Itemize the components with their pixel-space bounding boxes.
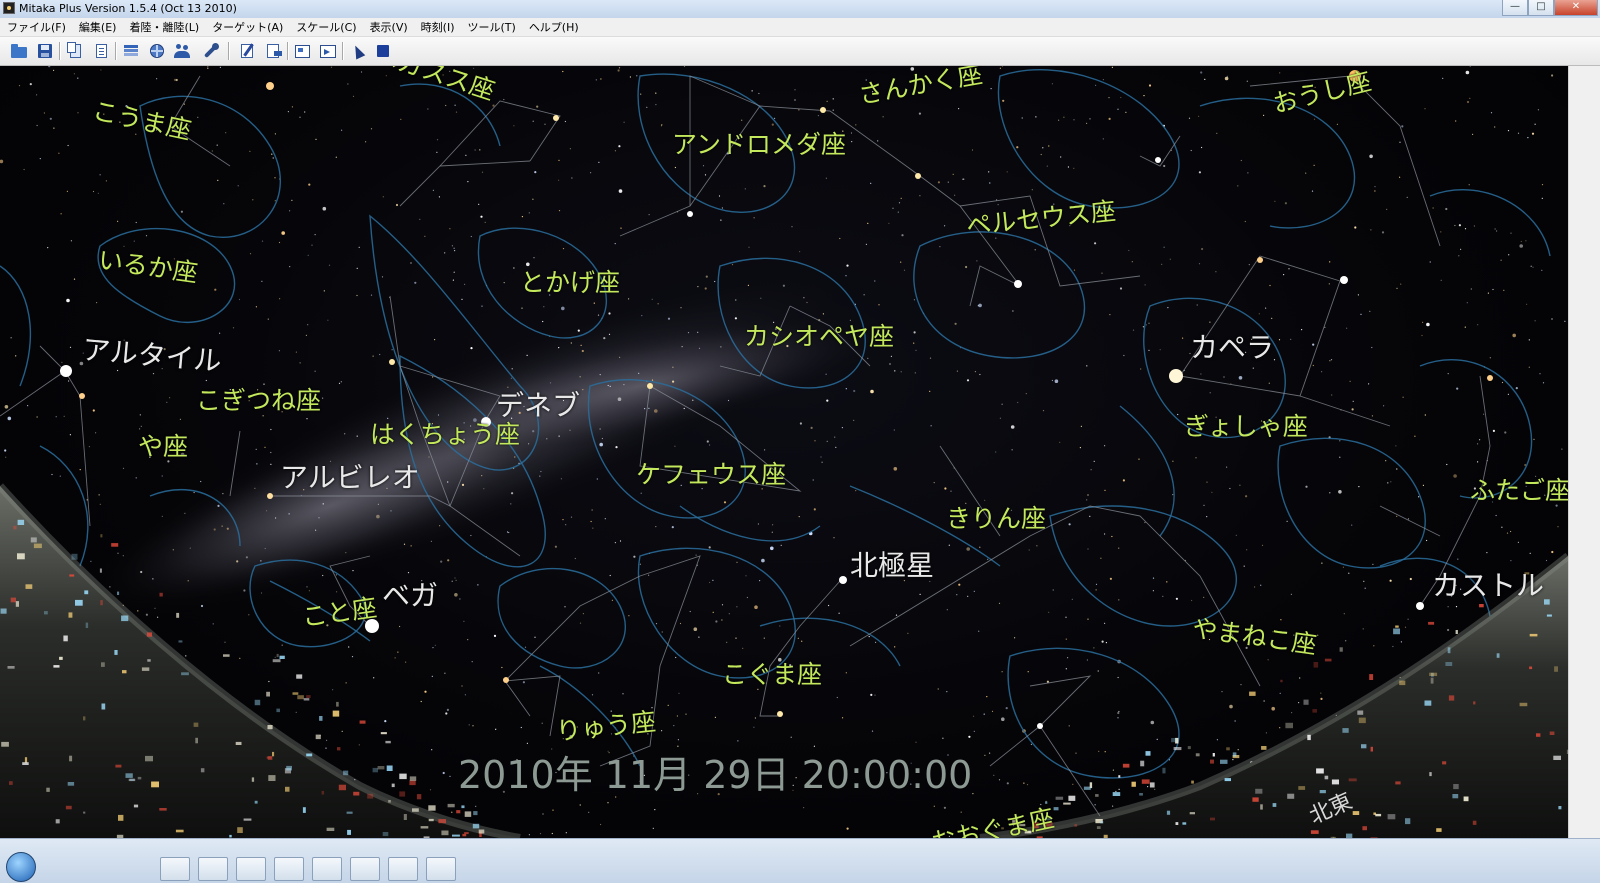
window-title: Mitaka Plus Version 1.5.4 (Oct 13 2010) (19, 2, 237, 15)
label-andromeda: アンドロメダ座 (672, 130, 847, 159)
paste-button[interactable] (91, 41, 111, 61)
label-kirin: きりん座 (946, 504, 1047, 533)
maximize-button[interactable]: □ (1528, 0, 1554, 16)
toolbar-separator (115, 42, 116, 60)
menu-landing[interactable]: 着陸・離陸(L) (122, 18, 205, 36)
sky-canvas (0, 66, 1568, 838)
title-bar: Mitaka Plus Version 1.5.4 (Oct 13 2010) … (0, 0, 1600, 19)
menu-scale[interactable]: スケール(C) (289, 18, 362, 36)
menu-edit[interactable]: 編集(E) (72, 18, 123, 36)
taskbar-slot[interactable] (198, 857, 228, 881)
label-cepheus: ケフェウス座 (636, 460, 787, 489)
menu-help[interactable]: ヘルプ(H) (522, 18, 585, 36)
label-koguma: こぐま座 (722, 660, 823, 689)
stop-icon (377, 45, 389, 57)
menu-bar: ファイル(F) 編集(E) 着陸・離陸(L) ターゲット(A) スケール(C) … (0, 18, 1600, 37)
stop-button[interactable] (373, 41, 393, 61)
label-ya: や座 (138, 432, 189, 461)
taskbar-slot[interactable] (312, 857, 342, 881)
albireo-star (267, 493, 273, 499)
label-kogitsune: こぎつね座 (196, 386, 322, 415)
taskbar-slot[interactable] (350, 857, 380, 881)
open-button[interactable] (9, 41, 29, 61)
taskbar-slot[interactable] (274, 857, 304, 881)
label-vega: ベガ (382, 579, 439, 612)
paste-document-icon (95, 44, 107, 58)
globe-icon (150, 44, 164, 58)
edit-button[interactable] (237, 41, 257, 61)
right-panel-strip (1568, 66, 1600, 838)
sky-view[interactable]: こうま座 いるか座 こぎつね座 や座 はくちょう座 こと座 とかげ座 アンドロメ… (0, 66, 1568, 838)
save-button[interactable] (35, 41, 55, 61)
menu-target[interactable]: ターゲット(A) (205, 18, 289, 36)
start-button[interactable] (6, 852, 36, 882)
taskbar-slot[interactable] (236, 857, 266, 881)
pointer-button[interactable] (348, 41, 368, 61)
toolbar-separator (59, 42, 60, 60)
taskbar-slot[interactable] (160, 857, 190, 881)
minimize-button[interactable]: — (1502, 0, 1528, 16)
frame-button[interactable] (292, 41, 312, 61)
capella-star (1169, 369, 1183, 383)
toolbar (0, 37, 1600, 66)
taskbar (0, 838, 1600, 883)
export-icon (267, 44, 282, 58)
open-folder-icon (11, 44, 27, 58)
globe-button[interactable] (147, 41, 167, 61)
menu-file[interactable]: ファイル(F) (0, 18, 72, 36)
label-gyosha: ぎょしゃ座 (1184, 412, 1308, 441)
layers-button[interactable] (121, 41, 141, 61)
movie-button[interactable] (318, 41, 338, 61)
toolbar-separator (342, 42, 343, 60)
label-cassiopeia: カシオペヤ座 (744, 322, 895, 351)
menu-view[interactable]: 表示(V) (363, 18, 414, 36)
castor-star (1416, 602, 1424, 610)
layers-icon (124, 45, 138, 57)
label-tokage: とかげ座 (520, 268, 621, 297)
menu-time[interactable]: 時刻(I) (414, 18, 461, 36)
copy-document-icon (66, 42, 81, 58)
save-icon (38, 44, 52, 58)
toolbar-separator (228, 42, 229, 60)
label-deneb: デネブ (496, 389, 581, 422)
people-button[interactable] (172, 41, 192, 61)
taskbar-slot[interactable] (388, 857, 418, 881)
export-button[interactable] (263, 41, 283, 61)
polaris-star (839, 576, 847, 584)
label-albireo: アルビレオ (280, 461, 420, 494)
close-button[interactable]: ✕ (1554, 0, 1598, 16)
wrench-icon (203, 43, 219, 59)
taskbar-slot[interactable] (426, 857, 456, 881)
menu-tools[interactable]: ツール(T) (461, 18, 522, 36)
toolbar-separator (287, 42, 288, 60)
label-futago: ふたご座 (1470, 476, 1568, 505)
pointer-icon (350, 42, 366, 60)
datetime-display: 2010年 11月 29日 20:00:00 (458, 753, 973, 797)
frame-icon (294, 44, 310, 58)
copy-button[interactable] (65, 41, 85, 61)
window-controls: — □ ✕ (1502, 0, 1598, 16)
movie-icon (320, 44, 336, 58)
altair-star (60, 365, 72, 377)
label-castor: カストル (1432, 569, 1545, 602)
label-hakucho: はくちょう座 (370, 420, 521, 449)
label-capella: カペラ (1190, 331, 1275, 364)
people-icon (174, 44, 190, 58)
label-polaris: 北極星 (850, 549, 935, 582)
app-icon (3, 2, 15, 14)
settings-button[interactable] (201, 41, 221, 61)
edit-icon (241, 44, 253, 58)
